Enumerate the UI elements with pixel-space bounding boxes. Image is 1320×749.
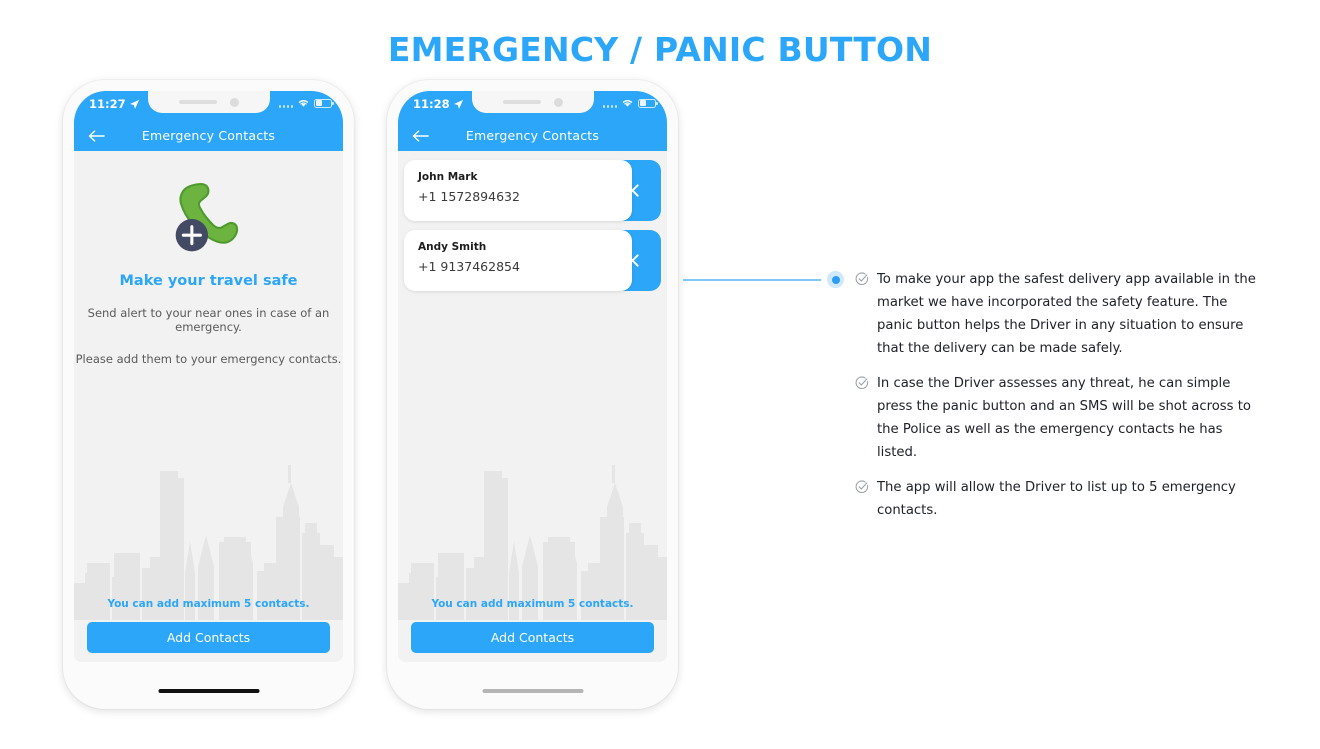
max-contacts-hint: You can add maximum 5 contacts.: [431, 598, 634, 610]
phone-add-contact-icon: [175, 183, 238, 252]
list-item-text: The app will allow the Driver to list up…: [877, 480, 1236, 518]
back-arrow-icon[interactable]: [412, 129, 429, 143]
status-bar: 11:28: [398, 91, 667, 120]
contact-card[interactable]: Andy Smith +1 9137462854: [404, 230, 632, 291]
screen-bottom: You can add maximum 5 contacts. Add Cont…: [398, 598, 667, 662]
battery-icon: [638, 98, 658, 108]
front-camera: [553, 97, 563, 107]
status-clock: 11:27: [89, 97, 140, 111]
add-contacts-button[interactable]: Add Contacts: [87, 622, 330, 653]
empty-state-headline: Make your travel safe: [119, 273, 298, 289]
status-clock: 11:28: [413, 97, 464, 111]
contact-name: John Mark: [418, 171, 478, 183]
home-indicator[interactable]: [482, 688, 583, 693]
list-item-text: In case the Driver assesses any threat, …: [877, 376, 1251, 460]
phone-notch: [147, 91, 270, 113]
phone-screen: 11:27 Emergency Contacts Make your trave…: [74, 91, 343, 662]
screen-bottom: You can add maximum 5 contacts. Add Cont…: [74, 598, 343, 662]
screen-body: John Mark +1 1572894632 Andy Smith +1 91…: [398, 151, 667, 662]
contact-name: Andy Smith: [418, 241, 487, 253]
phone-mockup-contacts-list: 11:28 Emergency Contacts John Mark +1 15…: [387, 80, 678, 709]
earpiece-speaker: [178, 99, 217, 105]
phone-notch: [471, 91, 594, 113]
list-item: The app will allow the Driver to list up…: [855, 476, 1265, 522]
earpiece-speaker: [502, 99, 541, 105]
home-indicator[interactable]: [158, 688, 259, 693]
contact-row: Andy Smith +1 9137462854: [404, 230, 661, 291]
nav-title: Emergency Contacts: [141, 128, 276, 143]
status-indicators: [602, 98, 658, 108]
list-item-text: To make your app the safest delivery app…: [877, 272, 1256, 356]
signal-dots-icon: [602, 99, 617, 108]
empty-state: Make your travel safe Send alert to your…: [74, 151, 343, 366]
city-skyline-illustration: [74, 465, 343, 620]
connector-line: [683, 279, 821, 281]
phone-mockup-empty-state: 11:27 Emergency Contacts Make your trave…: [63, 80, 354, 709]
location-arrow-icon: [129, 99, 139, 109]
nav-bar: Emergency Contacts: [74, 120, 343, 151]
battery-icon: [314, 98, 334, 108]
check-circle-icon: [855, 271, 869, 360]
page-root: EMERGENCY / PANIC BUTTON 11:27 Emergency…: [0, 0, 1320, 749]
phone-screen: 11:28 Emergency Contacts John Mark +1 15…: [398, 91, 667, 662]
contact-list: John Mark +1 1572894632 Andy Smith +1 91…: [398, 151, 667, 291]
max-contacts-hint: You can add maximum 5 contacts.: [107, 598, 310, 610]
wifi-icon: [298, 100, 309, 107]
status-indicators: [278, 98, 334, 108]
check-circle-icon: [855, 479, 869, 522]
add-contacts-button[interactable]: Add Contacts: [411, 622, 654, 653]
status-time: 11:27: [89, 97, 126, 111]
signal-dots-icon: [278, 99, 293, 108]
connector-dot: [827, 271, 844, 288]
contact-row: John Mark +1 1572894632: [404, 160, 661, 221]
list-item: To make your app the safest delivery app…: [855, 268, 1265, 360]
status-bar: 11:27: [74, 91, 343, 120]
status-time: 11:28: [413, 97, 450, 111]
empty-state-line-2: Please add them to your emergency contac…: [75, 352, 342, 366]
location-arrow-icon: [453, 99, 463, 109]
contact-phone: +1 1572894632: [418, 189, 520, 204]
empty-state-line-1: Send alert to your near ones in case of …: [87, 306, 330, 334]
wifi-icon: [622, 100, 633, 107]
check-circle-icon: [855, 375, 869, 464]
city-skyline-illustration: [398, 465, 667, 620]
screen-body: Make your travel safe Send alert to your…: [74, 151, 343, 662]
page-title: EMERGENCY / PANIC BUTTON: [387, 30, 933, 69]
back-arrow-icon[interactable]: [88, 129, 105, 143]
contact-card[interactable]: John Mark +1 1572894632: [404, 160, 632, 221]
front-camera: [229, 97, 239, 107]
feature-description-list: To make your app the safest delivery app…: [855, 268, 1265, 534]
list-item: In case the Driver assesses any threat, …: [855, 372, 1265, 464]
nav-title: Emergency Contacts: [465, 128, 600, 143]
nav-bar: Emergency Contacts: [398, 120, 667, 151]
contact-phone: +1 9137462854: [418, 259, 520, 274]
